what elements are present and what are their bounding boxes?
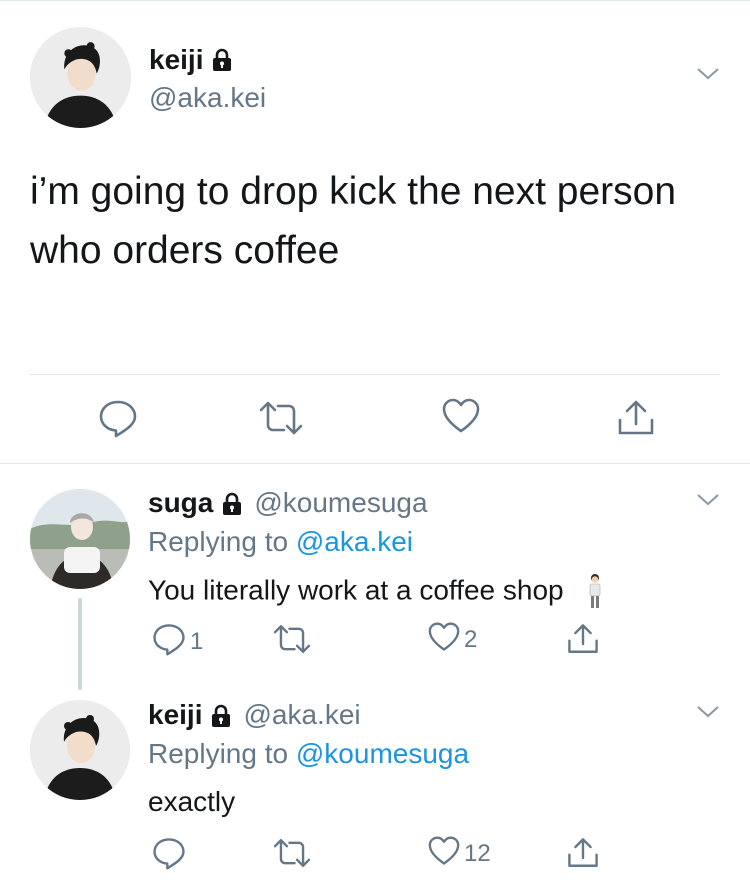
- avatar[interactable]: [30, 489, 130, 589]
- reply-text-content: You literally work at a coffee shop: [148, 574, 564, 606]
- reply-icon[interactable]: [98, 398, 138, 443]
- lock-icon: [211, 703, 231, 727]
- like-count: 12: [464, 839, 491, 867]
- divider: [30, 374, 720, 375]
- chevron-down-icon[interactable]: [696, 492, 720, 508]
- replying-to-label: Replying to: [148, 526, 296, 557]
- lock-icon: [212, 48, 232, 72]
- reply-actions: 1 2: [0, 622, 750, 658]
- replying-to: Replying to @aka.kei: [148, 526, 413, 558]
- chevron-down-icon[interactable]: [696, 704, 720, 720]
- author-handle[interactable]: @aka.kei: [149, 82, 266, 114]
- share-icon[interactable]: [566, 836, 600, 870]
- reply-icon: [152, 836, 186, 875]
- like-button[interactable]: 12: [428, 836, 491, 871]
- retweet-icon[interactable]: [272, 836, 312, 870]
- retweet-icon[interactable]: [258, 398, 304, 443]
- reply-actions: 12: [0, 836, 750, 872]
- avatar[interactable]: [30, 27, 131, 128]
- avatar[interactable]: [30, 700, 130, 800]
- person-standing-emoji: [587, 573, 603, 611]
- author-handle[interactable]: @aka.kei: [243, 699, 360, 731]
- author-name[interactable]: suga: [148, 487, 213, 519]
- top-divider: [0, 0, 750, 1]
- like-button[interactable]: 2: [428, 622, 477, 657]
- chevron-down-icon[interactable]: [696, 66, 720, 82]
- mention-link[interactable]: @aka.kei: [296, 526, 413, 557]
- reply-text: You literally work at a coffee shop: [148, 573, 603, 611]
- reply-button[interactable]: 1: [152, 622, 203, 661]
- divider: [0, 463, 750, 464]
- author-handle[interactable]: @koumesuga: [254, 487, 427, 519]
- tweet-actions: [0, 398, 750, 438]
- heart-icon: [428, 836, 460, 871]
- share-icon[interactable]: [566, 622, 600, 656]
- lock-icon: [222, 491, 242, 515]
- replying-to: Replying to @koumesuga: [148, 738, 469, 770]
- like-count: 2: [464, 625, 478, 653]
- heart-icon[interactable]: [442, 398, 480, 439]
- reply-count: 1: [190, 627, 204, 655]
- reply-text: exactly: [148, 786, 236, 817]
- tweet-text: i’m going to drop kick the next person w…: [30, 170, 677, 272]
- replying-to-label: Replying to: [148, 738, 296, 769]
- reply-button[interactable]: [152, 836, 186, 875]
- retweet-icon[interactable]: [272, 622, 312, 656]
- mention-link[interactable]: @koumesuga: [296, 738, 469, 769]
- reply-icon: [152, 622, 186, 661]
- author-name[interactable]: keiji: [149, 44, 203, 76]
- author-name[interactable]: keiji: [148, 699, 202, 731]
- heart-icon: [428, 622, 460, 657]
- share-icon[interactable]: [616, 398, 656, 443]
